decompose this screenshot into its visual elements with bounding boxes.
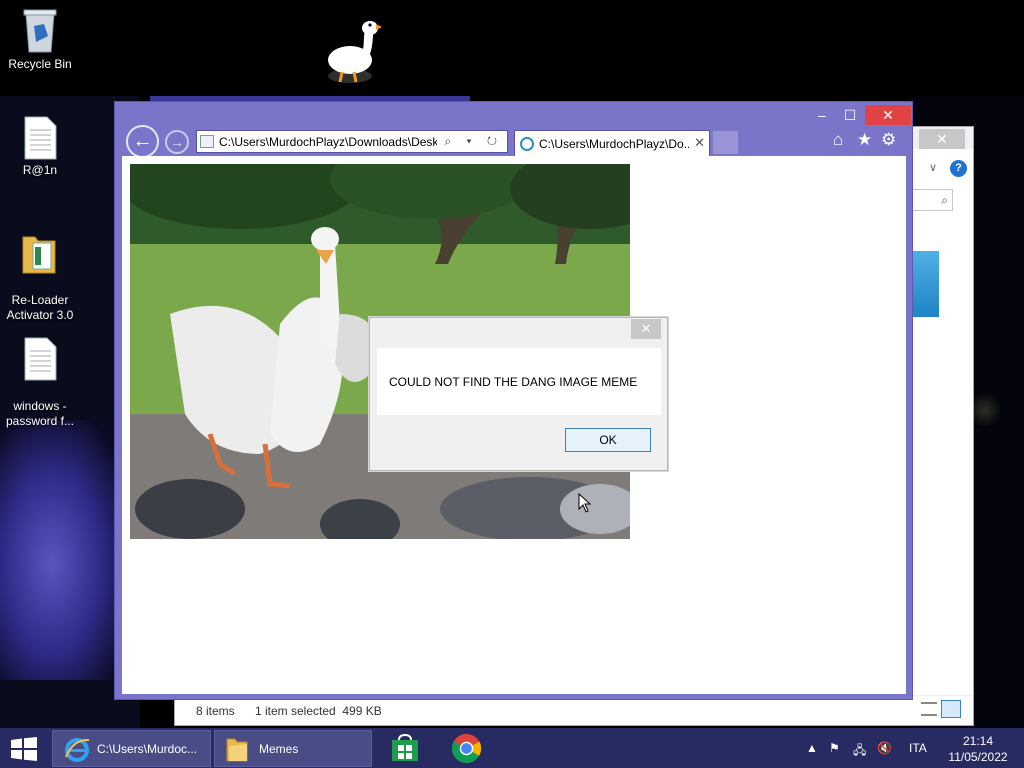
language-indicator[interactable]: ITA — [909, 741, 927, 755]
explorer-close-button[interactable]: ✕ — [919, 129, 965, 149]
folder-icon — [226, 738, 248, 762]
dialog-close-button[interactable]: ✕ — [631, 319, 661, 339]
status-selection: 1 item selected 499 KB — [255, 704, 382, 718]
dialog-body: COULD NOT FIND THE DANG IMAGE MEME — [377, 348, 661, 415]
network-icon[interactable]: 🖧 — [853, 741, 866, 762]
chevron-down-icon[interactable]: ∨ — [929, 161, 937, 174]
new-tab-button[interactable] — [712, 130, 739, 155]
folder-icon — [22, 236, 56, 274]
ok-button[interactable]: OK — [565, 428, 651, 452]
store-icon[interactable] — [390, 734, 420, 762]
favorites-star-icon[interactable]: ★ — [857, 130, 872, 150]
desktop-icon-label: Recycle Bin — [8, 57, 72, 71]
message-dialog[interactable]: ✕ COULD NOT FIND THE DANG IMAGE MEME OK — [369, 317, 668, 471]
taskbar-explorer-button[interactable]: Memes — [214, 730, 372, 767]
status-item-count: 8 items — [196, 704, 235, 718]
desktop-icon-recycle-bin[interactable]: Recycle Bin — [0, 8, 80, 72]
ie-logo-icon — [65, 738, 90, 762]
show-hidden-icons-arrow[interactable]: ▲ — [806, 741, 818, 755]
home-icon[interactable]: ⌂ — [833, 130, 843, 150]
desktop-icon-label: windows - password f... — [5, 399, 75, 428]
address-tools-icons[interactable]: ⌕ ▾ ↻ — [444, 134, 503, 149]
windows-start-icon[interactable] — [10, 737, 38, 761]
desktop-icon-reloader[interactable]: Re-Loader Activator 3.0 — [0, 214, 80, 323]
taskbar: C:\Users\Murdoc... Memes ▲ ⚑ 🖧 🔇 ITA 21:… — [0, 728, 1024, 768]
ie-logo-icon — [520, 137, 534, 151]
maximize-button[interactable]: ☐ — [837, 105, 863, 125]
taskbar-explorer-label: Memes — [259, 742, 299, 756]
recycle-bin-icon — [23, 9, 57, 53]
desktop-icon-label: Re-Loader Activator 3.0 — [6, 293, 74, 322]
file-thumbnail[interactable] — [911, 251, 939, 317]
details-view-icon[interactable] — [921, 702, 937, 716]
dialog-message: COULD NOT FIND THE DANG IMAGE MEME — [389, 375, 638, 389]
page-icon — [200, 135, 214, 148]
clock-time: 21:14 — [962, 734, 994, 748]
minimize-button[interactable]: – — [809, 105, 835, 125]
volume-muted-icon[interactable]: 🔇 — [877, 741, 892, 755]
tab-title: C:\Users\MurdochPlayz\Do... — [539, 137, 689, 151]
address-text[interactable]: C:\Users\MurdochPlayz\Downloads\Desktop — [219, 135, 437, 149]
action-center-flag-icon[interactable]: ⚑ — [829, 741, 840, 755]
close-button[interactable]: ✕ — [865, 105, 911, 125]
text-file-icon — [24, 337, 57, 381]
help-icon[interactable]: ? — [950, 160, 967, 177]
taskbar-ie-label: C:\Users\Murdoc... — [97, 742, 198, 756]
chrome-icon[interactable] — [451, 733, 482, 764]
forward-arrow-icon[interactable]: → — [165, 130, 189, 154]
back-arrow-icon[interactable]: ← — [126, 125, 159, 158]
large-icons-view-icon[interactable] — [941, 700, 961, 718]
tab-close-icon[interactable]: ✕ — [694, 135, 705, 151]
clock[interactable]: 21:14 11/05/2022 — [940, 733, 1016, 765]
desktop-icon-r1n[interactable]: R@1n — [0, 116, 80, 178]
settings-gear-icon[interactable]: ⚙ — [881, 130, 896, 150]
desktop-icon-windows-password[interactable]: windows - password f... — [0, 322, 80, 429]
browser-tab[interactable]: C:\Users\MurdochPlayz\Do... ✕ — [514, 130, 710, 156]
desktop-icon-label: R@1n — [22, 163, 58, 177]
wallpaper-figure — [0, 420, 130, 680]
taskbar-ie-button[interactable]: C:\Users\Murdoc... — [52, 730, 211, 767]
wallpaper-detail — [970, 390, 1000, 430]
text-file-icon — [24, 116, 57, 160]
mouse-cursor-icon — [578, 493, 592, 513]
address-bar[interactable]: C:\Users\MurdochPlayz\Downloads\Desktop … — [196, 130, 508, 153]
clock-date: 11/05/2022 — [948, 750, 1008, 764]
desktop-goose-icon[interactable] — [322, 10, 392, 85]
